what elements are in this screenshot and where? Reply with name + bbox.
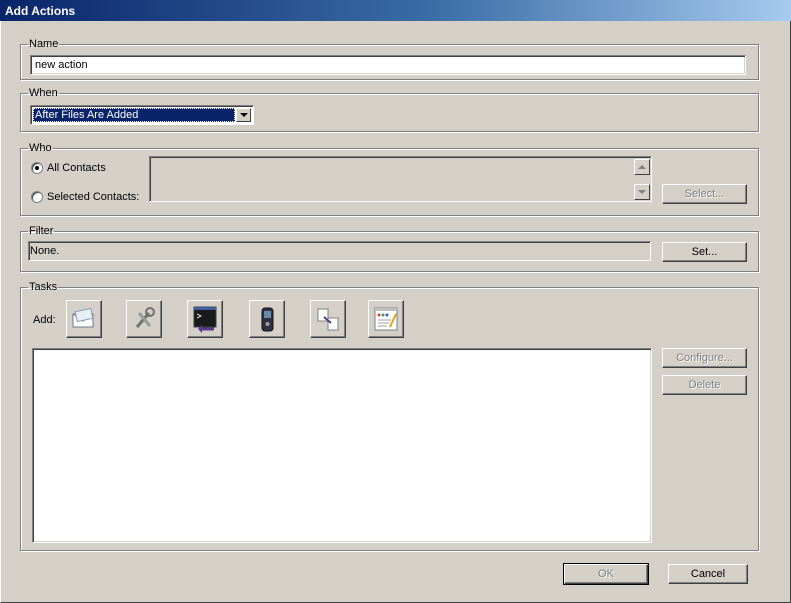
selected-contacts-label[interactable]: Selected Contacts: [47, 191, 139, 203]
web-page-task-icon [374, 307, 398, 331]
add-web-page-task-button[interactable] [368, 300, 404, 338]
name-legend: Name [29, 38, 59, 50]
add-command-task-button[interactable] [187, 300, 223, 338]
when-legend: When [29, 87, 58, 99]
set-filter-button[interactable]: Set... [662, 242, 747, 262]
add-copy-file-task-button[interactable] [310, 300, 346, 338]
add-email-task-button[interactable] [66, 300, 102, 338]
selected-contacts-radio[interactable] [31, 191, 43, 203]
filter-value: None. [30, 245, 60, 257]
filter-field: None. [28, 241, 651, 261]
add-mobile-task-button[interactable] [249, 300, 285, 338]
cancel-button[interactable]: Cancel [668, 564, 748, 584]
ok-button[interactable]: OK [563, 563, 649, 585]
when-dropdown-value: After Files Are Added [33, 108, 235, 122]
scroll-up-button[interactable] [634, 159, 650, 175]
email-task-icon [72, 307, 94, 328]
window-title: Add Actions [5, 4, 76, 18]
add-label: Add: [33, 314, 56, 326]
tools-task-icon [135, 307, 155, 328]
selected-contacts-list[interactable] [149, 156, 652, 202]
scroll-down-button[interactable] [634, 184, 650, 200]
tasks-legend: Tasks [29, 281, 58, 293]
all-contacts-radio[interactable] [31, 162, 43, 174]
filter-legend: Filter [29, 225, 54, 237]
when-dropdown[interactable]: After Files Are Added [30, 105, 254, 125]
add-tools-task-button[interactable] [126, 300, 162, 338]
chevron-down-icon[interactable] [236, 108, 251, 122]
tasks-list[interactable] [32, 348, 652, 543]
copy-file-task-icon [317, 308, 339, 331]
command-task-icon [193, 306, 217, 333]
delete-task-button[interactable]: Delete [662, 375, 747, 395]
configure-task-button[interactable]: Configure... [662, 348, 747, 368]
all-contacts-label[interactable]: All Contacts [47, 162, 106, 174]
select-contacts-button[interactable]: Select... [662, 184, 747, 204]
window-titlebar[interactable]: Add Actions [0, 0, 791, 21]
who-legend: Who [29, 142, 52, 154]
name-input-value: new action [35, 59, 88, 71]
name-input[interactable]: new action [30, 55, 746, 75]
mobile-phone-task-icon [261, 307, 274, 332]
